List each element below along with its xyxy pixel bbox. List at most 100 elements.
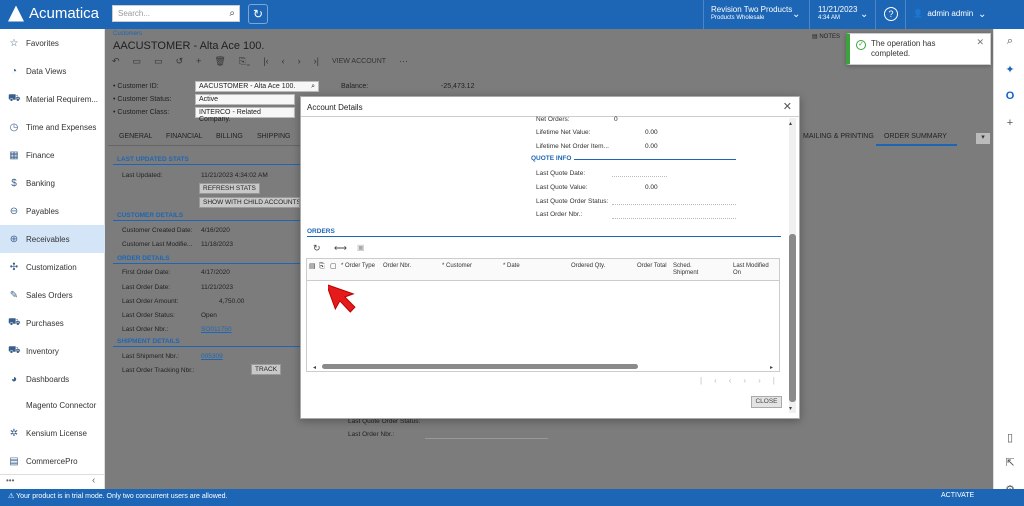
tab-general[interactable]: GENERAL — [119, 133, 152, 140]
scroll-up-icon[interactable]: ▴ — [789, 120, 792, 127]
last-icon[interactable]: ›| — [314, 56, 319, 66]
col-order-type[interactable]: * Order Type — [341, 263, 381, 270]
section-divider — [113, 263, 300, 264]
add-icon[interactable]: + — [196, 56, 201, 66]
horizontal-scrollbar[interactable] — [322, 364, 638, 369]
show-child-accounts-button[interactable]: SHOW WITH CHILD ACCOUNTS — [199, 197, 300, 208]
col-order-total[interactable]: Order Total — [637, 263, 667, 270]
sidebar-item-kensium-license[interactable]: ✲ Kensium License — [0, 419, 105, 447]
search-input[interactable]: Search... ⌕ — [112, 5, 240, 22]
view-account-button[interactable]: VIEW ACCOUNT — [332, 58, 386, 65]
fit-columns-icon[interactable]: ⟷ — [334, 243, 347, 254]
last-order-date-label: Last Order Date: — [122, 284, 171, 291]
track-button[interactable]: TRACK — [251, 364, 282, 375]
search-icon[interactable]: ⌕ — [311, 83, 315, 91]
help-icon[interactable]: ? — [884, 7, 898, 21]
col-last-modified[interactable]: Last Modified On — [733, 263, 777, 277]
modified-label: Customer Last Modifie... — [122, 241, 193, 248]
sidebar-item-payables[interactable]: ⊖ Payables — [0, 197, 105, 225]
files-icon[interactable]: ⎘ — [319, 263, 325, 270]
customer-class-field[interactable]: INTERCO - Related Company. — [195, 107, 295, 123]
close-icon[interactable]: ✕ — [976, 37, 984, 48]
sidebar-item-label: Time and Expenses — [26, 122, 97, 132]
export-icon[interactable]: ▣ — [357, 243, 365, 252]
delete-icon[interactable]: 🗑 — [214, 56, 225, 67]
sidebar-item-customization[interactable]: ✣ Customization — [0, 253, 105, 281]
notes-button[interactable]: ▤ NOTES — [812, 33, 840, 40]
company-selector[interactable]: Revision Two Products Products Wholesale — [711, 5, 792, 21]
refresh-icon[interactable]: ↻ — [313, 243, 321, 254]
settings-icon[interactable]: ▤ — [309, 263, 316, 270]
user-menu[interactable]: 👤 admin admin — [913, 9, 973, 18]
chevron-down-icon[interactable]: ⌄ — [978, 9, 986, 20]
sidebar-item-data-views[interactable]: ◔ Data Views — [0, 57, 105, 85]
note-icon[interactable]: ▢ — [330, 263, 337, 270]
close-button[interactable]: CLOSE — [751, 396, 782, 408]
acumatica-logo[interactable]: Acumatica — [8, 5, 99, 22]
chevron-down-icon[interactable]: ⌄ — [792, 9, 800, 20]
copilot-icon[interactable]: ✦ — [1002, 63, 1018, 79]
external-link-icon[interactable]: ⇱ — [1002, 456, 1018, 472]
panel-icon[interactable]: ▯ — [1002, 431, 1018, 447]
more-icon[interactable]: ··· — [399, 56, 408, 66]
sidebar-item-banking[interactable]: $ Banking — [0, 169, 105, 197]
col-sched-shipment[interactable]: Sched. Shipment — [673, 263, 713, 277]
history-icon[interactable]: ↻ — [248, 4, 268, 24]
sidebar-item-commercepro[interactable]: ▤ CommercePro — [0, 447, 105, 475]
prev-icon[interactable]: ‹ — [282, 56, 285, 66]
pager[interactable]: |‹‹››| — [700, 376, 787, 385]
sidebar-item-sales-orders[interactable]: ✎ Sales Orders — [0, 281, 105, 309]
sidebar-item-dashboards[interactable]: ◕ Dashboards — [0, 365, 105, 393]
chevron-down-icon[interactable]: ⌄ — [860, 9, 868, 20]
scroll-down-icon[interactable]: ▾ — [789, 405, 792, 412]
close-icon[interactable]: ✕ — [783, 100, 792, 113]
balance-label: Balance: — [341, 83, 369, 90]
section-title: ORDER DETAILS — [117, 255, 170, 262]
customer-id-field[interactable]: AACUSTOMER - Alta Ace 100. ⌕ — [195, 81, 319, 92]
add-icon[interactable]: + — [1002, 117, 1018, 133]
sidebar-item-finance[interactable]: ▦ Finance — [0, 141, 105, 169]
sidebar-item-time-and-expenses[interactable]: ◷ Time and Expenses — [0, 113, 105, 141]
page-title: AACUSTOMER - Alta Ace 100. — [113, 40, 265, 52]
date-selector[interactable]: 11/21/2023 4:34 AM — [818, 5, 857, 21]
sidebar-item-magento-connector[interactable]: Magento Connector — [0, 391, 105, 419]
sidebar-item-favorites[interactable]: ☆ Favorites — [0, 29, 105, 57]
breadcrumb[interactable]: Customers — [113, 31, 142, 37]
tab-order-summary[interactable]: ORDER SUMMARY — [884, 133, 947, 140]
customer-status-field[interactable]: Active — [195, 94, 295, 105]
outlook-icon[interactable]: O — [1002, 90, 1018, 106]
undo-icon[interactable]: ↶ — [112, 56, 120, 67]
scroll-left-icon[interactable]: ◂ — [313, 364, 316, 371]
bg-last-quote-status-label: Last Quote Order Status: — [348, 418, 421, 425]
col-ordered-qty[interactable]: Ordered Qty. — [571, 263, 605, 270]
sidebar-item-material-requirem[interactable]: ⛟ Material Requirem... — [0, 85, 105, 113]
col-customer[interactable]: * Customer — [442, 263, 472, 270]
tab-billing[interactable]: BILLING — [216, 133, 243, 140]
vertical-scrollbar[interactable] — [789, 234, 796, 402]
last-quote-status-label: Last Quote Order Status: — [536, 198, 609, 205]
refresh-stats-button[interactable]: REFRESH STATS — [199, 183, 260, 194]
activate-link[interactable]: ACTIVATE — [941, 492, 974, 499]
collapse-icon[interactable]: ‹ — [92, 475, 95, 486]
col-order-nbr[interactable]: Order Nbr. — [383, 263, 411, 270]
clipboard-icon[interactable]: ⎘⌄ — [239, 56, 250, 67]
next-icon[interactable]: › — [298, 56, 301, 66]
sidebar-item-receivables[interactable]: ⊕ Receivables — [0, 225, 105, 253]
sidebar-item-inventory[interactable]: ⛟ Inventory — [0, 337, 105, 365]
scroll-right-icon[interactable]: ▸ — [770, 364, 773, 371]
search-icon[interactable]: ⌕ — [1002, 35, 1018, 51]
search-icon[interactable]: ⌕ — [229, 8, 235, 19]
tab-financial[interactable]: FINANCIAL — [166, 133, 203, 140]
last-order-nbr-link[interactable]: SO011750 — [201, 326, 232, 333]
more-icon[interactable]: ••• — [6, 476, 14, 485]
tab-shipping[interactable]: SHIPPING — [257, 133, 290, 140]
tab-mailing-printing[interactable]: MAILING & PRINTING — [803, 133, 874, 140]
cancel-icon[interactable]: ↺ — [176, 56, 184, 67]
copy-icon[interactable]: ▭ — [154, 56, 163, 67]
save-icon[interactable]: ▭ — [133, 56, 142, 67]
first-icon[interactable]: |‹ — [263, 56, 268, 66]
last-shipment-link[interactable]: 005309 — [201, 353, 223, 360]
sidebar-item-purchases[interactable]: ⛟ Purchases — [0, 309, 105, 337]
tab-scroll-icon[interactable]: ▾ — [976, 133, 990, 144]
col-date[interactable]: * Date — [503, 263, 520, 270]
